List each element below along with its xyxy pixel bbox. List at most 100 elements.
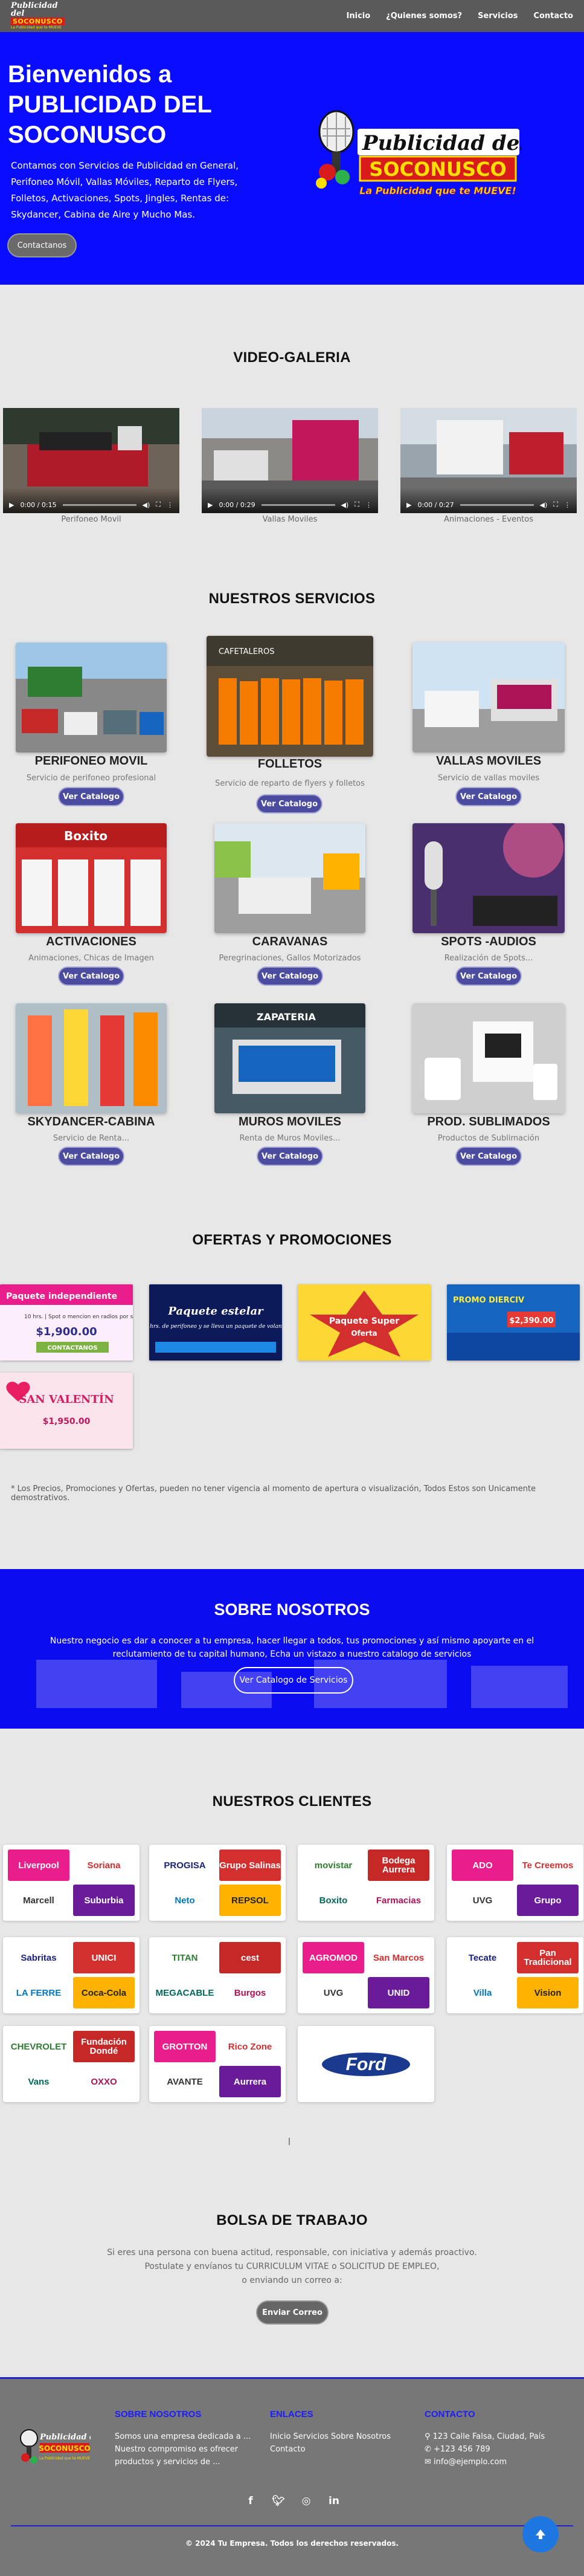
- video-player-2[interactable]: ▶ 0:00 / 0:29 ◀) ⛶ ⋮: [202, 408, 378, 513]
- service-title: SPOTS -AUDIOS: [441, 935, 536, 948]
- fullscreen-icon[interactable]: ⛶: [156, 500, 161, 509]
- more-options-icon[interactable]: ⋮: [564, 501, 571, 509]
- video-controls[interactable]: ▶ 0:00 / 0:29 ◀) ⛶ ⋮: [202, 488, 378, 513]
- client-logo: Pan Tradicional: [517, 1942, 579, 1973]
- nav-link-contacto[interactable]: Contacto: [533, 11, 573, 21]
- more-options-icon[interactable]: ⋮: [365, 501, 372, 509]
- caravanas-image[interactable]: [214, 823, 365, 933]
- client-logo-name: Suburbia: [84, 1895, 124, 1906]
- footer-email[interactable]: ✉ info@ejemplo.com: [425, 2456, 570, 2468]
- about-title: SOBRE NOSOTROS: [214, 1600, 370, 1619]
- folletos-image[interactable]: CAFETALEROS: [207, 636, 373, 757]
- location-pin-icon: ⚲: [425, 2432, 433, 2441]
- client-logo: Suburbia: [73, 1885, 135, 1916]
- client-logo-card: Ford: [298, 2026, 434, 2102]
- client-logo-name: Ford: [321, 2052, 411, 2076]
- video-progress[interactable]: [460, 503, 534, 506]
- email-text: info@ejemplo.com: [434, 2458, 507, 2467]
- sublimados-image[interactable]: [412, 1003, 565, 1113]
- footer-links-row-1[interactable]: Inicio Servicios Sobre Nosotros: [270, 2430, 409, 2443]
- svg-text:SOCONUSCO: SOCONUSCO: [39, 2444, 90, 2453]
- svg-text:Oferta: Oferta: [351, 1329, 377, 1338]
- client-logo: Burgos: [219, 1977, 281, 2008]
- play-icon[interactable]: ▶: [208, 501, 213, 509]
- nav-link-servicios[interactable]: Servicios: [478, 11, 518, 21]
- client-logo-card: CHEVROLET Fundación Dondé Vans OXXO: [3, 2026, 140, 2102]
- offer-card[interactable]: Paquete Super Oferta: [298, 1284, 431, 1361]
- client-logo-name: movistar: [314, 1860, 353, 1871]
- ver-catalogo-button[interactable]: Ver Catalogo: [58, 787, 124, 806]
- video-time: 0:00 / 0:29: [219, 500, 255, 509]
- client-logo: Tecate: [452, 1942, 513, 1973]
- skydancer-image[interactable]: [16, 1003, 167, 1113]
- client-logo-card: TITAN cest MEGACABLE Burgos: [149, 1937, 286, 2013]
- offer-card[interactable]: Paquete independiente 10 hrs. | Spot o m…: [0, 1284, 133, 1361]
- client-logo: Marcell: [8, 1885, 69, 1916]
- client-logo-card: Sabritas UNICI LA FERRE Coca-Cola: [3, 1937, 140, 2013]
- volume-icon[interactable]: ◀): [143, 501, 150, 509]
- service-title: FOLLETOS: [257, 757, 322, 771]
- ver-catalogo-button[interactable]: Ver Catalogo: [256, 794, 322, 814]
- nav-link-quienes-somos[interactable]: ¿Quienes somos?: [386, 11, 462, 21]
- play-icon[interactable]: ▶: [406, 501, 411, 509]
- activaciones-image[interactable]: Boxito: [16, 823, 167, 933]
- view-catalog-button[interactable]: Ver Catalogo de Servicios: [234, 1667, 353, 1694]
- footer-links-row-2[interactable]: Contacto: [270, 2443, 409, 2456]
- spots-audios-image[interactable]: [412, 823, 565, 933]
- microphone-icon: [316, 110, 355, 189]
- video-controls[interactable]: ▶ 0:00 / 0:27 ◀) ⛶ ⋮: [400, 488, 577, 513]
- ver-catalogo-button[interactable]: Ver Catalogo: [257, 1147, 323, 1166]
- muros-moviles-image[interactable]: ZAPATERIA: [214, 1003, 365, 1113]
- play-icon[interactable]: ▶: [9, 501, 14, 509]
- volume-icon[interactable]: ◀): [540, 501, 548, 509]
- offer-card[interactable]: Paquete estelar 10 hrs. de perifoneo y s…: [149, 1284, 282, 1361]
- client-logo: UVG: [303, 1977, 364, 2008]
- twitter-icon[interactable]: 🐦︎: [272, 2495, 285, 2507]
- ver-catalogo-button[interactable]: Ver Catalogo: [58, 1147, 124, 1166]
- perifoneo-image[interactable]: [16, 642, 167, 752]
- more-options-icon[interactable]: ⋮: [167, 501, 173, 509]
- contact-button[interactable]: Contactanos: [7, 233, 77, 257]
- footer-logo[interactable]: Publicidad del SOCONUSCO La Publicidad q…: [18, 2421, 91, 2467]
- video-progress[interactable]: [62, 503, 136, 506]
- client-logo-name: Grupo Salinas: [219, 1860, 281, 1871]
- ver-catalogo-button[interactable]: Ver Catalogo: [455, 966, 522, 986]
- ver-catalogo-button[interactable]: Ver Catalogo: [58, 966, 124, 986]
- svg-text:$1,950.00: $1,950.00: [43, 1417, 91, 1426]
- client-logo-card: ADO Te Creemos UVG Grupo: [447, 1845, 583, 1921]
- offer-card[interactable]: SAN VALENTÍN $1,950.00: [0, 1373, 133, 1449]
- client-logo-name: GROTTON: [162, 2041, 208, 2052]
- volume-icon[interactable]: ◀): [341, 501, 349, 509]
- scroll-to-top-button[interactable]: [522, 2516, 559, 2552]
- service-title: MUROS MOVILES: [238, 1115, 341, 1128]
- client-logo: Vision: [517, 1977, 579, 2008]
- vallas-image[interactable]: [412, 642, 565, 752]
- video-time: 0:00 / 0:15: [20, 500, 57, 509]
- client-logo-name: LA FERRE: [16, 1987, 62, 1998]
- offer-card[interactable]: PROMO DIERCIV $2,390.00: [447, 1284, 580, 1361]
- linkedin-icon[interactable]: in: [328, 2495, 340, 2507]
- client-logo-name: UVG: [472, 1895, 493, 1906]
- client-logo: Villa: [452, 1977, 513, 2008]
- video-controls[interactable]: ▶ 0:00 / 0:15 ◀) ⛶ ⋮: [3, 488, 179, 513]
- nav-link-inicio[interactable]: Inicio: [347, 11, 371, 21]
- fullscreen-icon[interactable]: ⛶: [553, 500, 558, 509]
- client-logo-name: Liverpool: [18, 1860, 59, 1871]
- video-player-1[interactable]: ▶ 0:00 / 0:15 ◀) ⛶ ⋮: [3, 408, 179, 513]
- client-logo-name: Burgos: [234, 1987, 266, 1998]
- ver-catalogo-button[interactable]: Ver Catalogo: [257, 966, 323, 986]
- facebook-icon[interactable]: f: [245, 2495, 257, 2507]
- svg-text:$2,390.00: $2,390.00: [509, 1316, 553, 1325]
- footer-phone[interactable]: ✆ +123 456 789: [425, 2443, 570, 2456]
- video-player-3[interactable]: ▶ 0:00 / 0:27 ◀) ⛶ ⋮: [400, 408, 577, 513]
- arrow-up-icon: [536, 2529, 545, 2539]
- instagram-icon[interactable]: ◎: [300, 2495, 312, 2507]
- client-logo-name: Vision: [534, 1987, 562, 1998]
- ver-catalogo-button[interactable]: Ver Catalogo: [455, 787, 522, 806]
- send-email-button[interactable]: Enviar Correo: [256, 2300, 329, 2325]
- client-logo: Rico Zone: [219, 2031, 281, 2062]
- site-logo[interactable]: Publicidad del SOCONUSCO La Publicidad q…: [11, 2, 71, 30]
- ver-catalogo-button[interactable]: Ver Catalogo: [455, 1147, 522, 1166]
- video-progress[interactable]: [261, 503, 335, 506]
- fullscreen-icon[interactable]: ⛶: [355, 500, 359, 509]
